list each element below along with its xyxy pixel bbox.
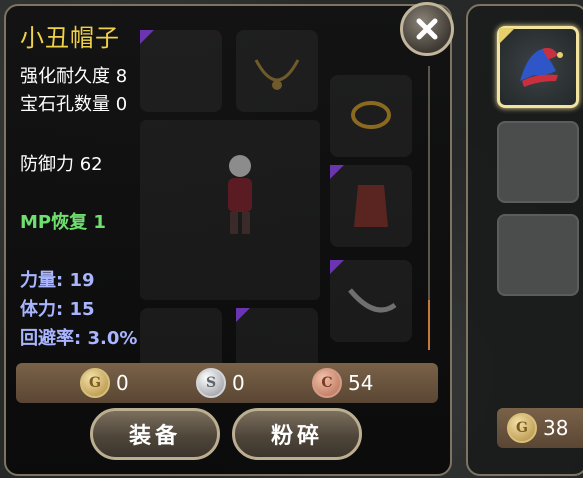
necklace-icon [254,59,300,90]
enhance-durability: 强化耐久度 8 [20,66,128,87]
silver-price: S 0 [196,368,245,398]
silver-coin-icon: S [196,368,226,398]
inventory-slot [140,30,222,112]
inventory-slot [236,30,318,112]
defense-stat: 防御力 62 [20,154,103,175]
empty-item-slot[interactable] [497,214,579,296]
equip-button[interactable]: 装备 [90,408,220,460]
stamina-stat: 体力: 15 [20,299,95,320]
gold-coin-icon: G [80,368,110,398]
armor-icon [354,185,388,227]
close-icon [416,18,438,40]
inventory-slot [330,165,412,247]
character-icon [228,155,252,234]
gem-slot-count: 宝石孔数量 0 [20,94,128,115]
smash-button[interactable]: 粉碎 [232,408,362,460]
empty-item-slot[interactable] [497,121,579,203]
weapon-icon [348,288,397,313]
total-gold-amount: 38 [543,416,569,440]
selected-item-slot[interactable] [497,26,579,108]
total-gold: G 38 [497,408,583,448]
mp-recovery-stat: MP恢复 1 [20,212,106,233]
silver-amount: 0 [232,371,245,395]
copper-amount: 54 [348,371,374,395]
gold-coin-icon: G [507,413,537,443]
scrollbar-thumb[interactable] [428,300,430,350]
strength-stat: 力量: 19 [20,270,95,291]
evasion-stat: 回避率: 3.0% [20,328,138,349]
inventory-slot [330,75,412,157]
jester-hat-icon [520,47,563,87]
item-name: 小丑帽子 [20,24,120,52]
close-button[interactable] [400,2,454,56]
ring-icon [351,101,391,129]
copper-coin-icon: C [312,368,342,398]
copper-price: C 54 [312,368,373,398]
gold-price: G 0 [80,368,129,398]
gold-amount: 0 [116,371,129,395]
inventory-slot [330,260,412,342]
